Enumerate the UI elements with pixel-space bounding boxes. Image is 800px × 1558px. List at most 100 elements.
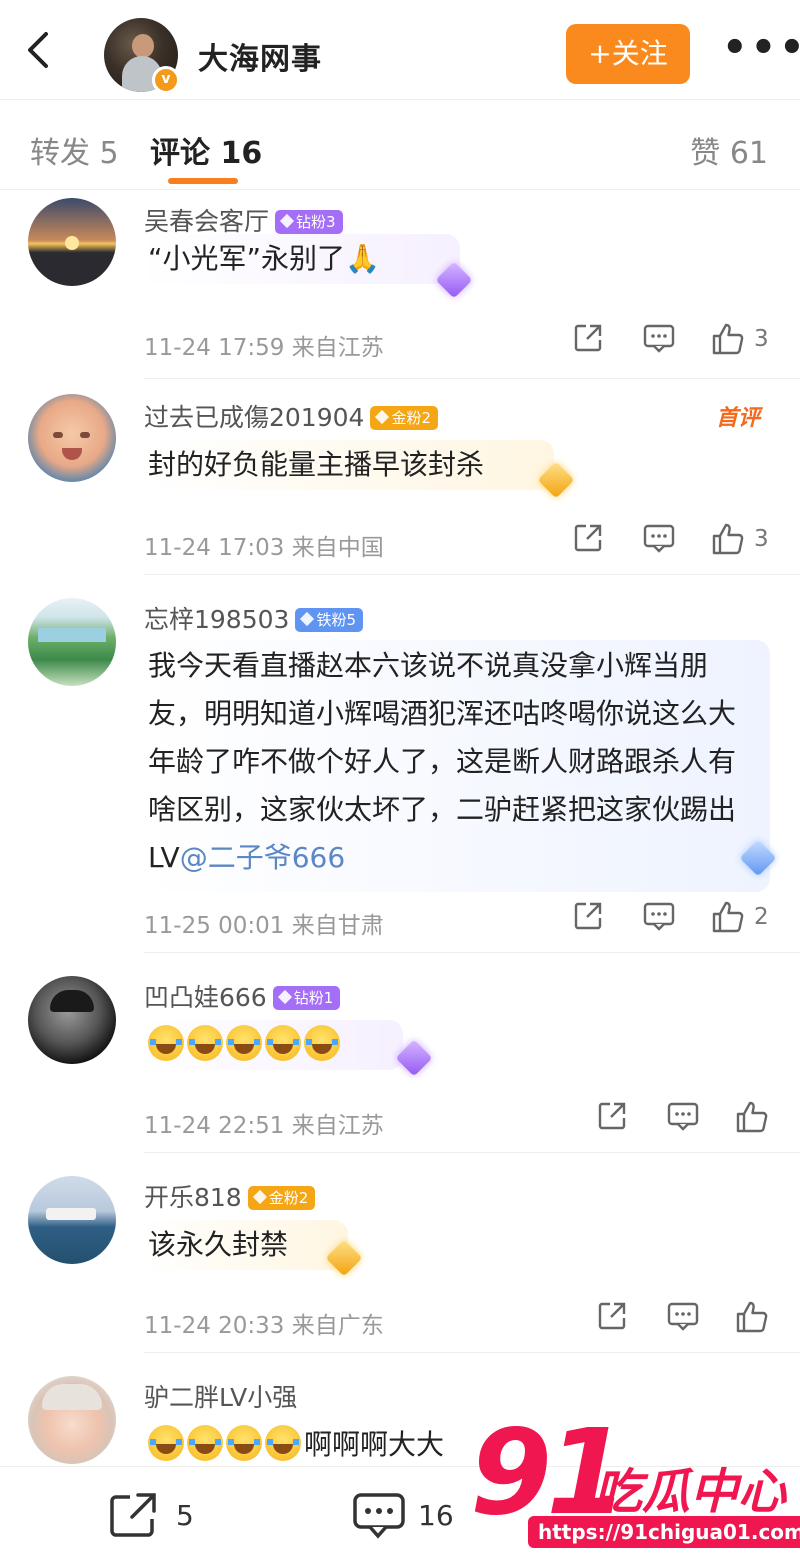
comment-text: 我今天看直播赵本六该说不说真没拿小辉当朋友，明明知道小辉喝酒犯浑还咕咚喝你说这么…: [140, 640, 770, 892]
like-icon[interactable]: 2: [710, 900, 769, 940]
watermark-logo: 91 吃瓜中心 https://91chigua01.com: [470, 1412, 800, 1552]
fan-badge: 金粉2: [370, 406, 438, 430]
fan-gem-icon: [326, 1240, 364, 1278]
comment-item: 吴春会客厅 钻粉3 “小光军”永别了🙏 11-24 17:59 来自江苏 3: [0, 190, 800, 380]
comment-count: 16: [418, 1499, 454, 1532]
fan-gem-icon: [279, 213, 295, 229]
more-icon[interactable]: •••: [722, 28, 800, 68]
top-bar: v 大海网事 +关注 •••: [0, 0, 800, 100]
like-count: 3: [754, 526, 769, 552]
comment-icon[interactable]: [642, 900, 676, 940]
share-icon[interactable]: [572, 322, 604, 362]
comment-item: 忘梓198503 铁粉5 我今天看直播赵本六该说不说真没拿小辉当朋友，明明知道小辉…: [0, 576, 800, 954]
avatar[interactable]: [28, 598, 116, 686]
comment-actions: [596, 1100, 772, 1140]
mention-link[interactable]: @二子爷666: [180, 841, 345, 874]
share-icon[interactable]: [596, 1300, 628, 1340]
laugh-cry-emoji: [226, 1025, 262, 1061]
comment-item: 凹凸娃666 钻粉1 11-24 22:51 来自江苏: [0, 954, 800, 1154]
divider: [144, 1352, 800, 1353]
comment-actions: 2: [572, 900, 772, 940]
fan-badge: 金粉2: [247, 1186, 316, 1210]
comment-icon[interactable]: [642, 522, 676, 562]
comment-username[interactable]: 忘梓198503 铁粉5: [144, 600, 363, 636]
comment-text: 该永久封禁: [140, 1220, 349, 1270]
comment-actions: [596, 1300, 772, 1340]
divider: [144, 1152, 800, 1153]
avatar[interactable]: [28, 394, 116, 482]
comment-item: 过去已成傷201904 金粉2 首评 封的好负能量主播早该封杀 11-24 17:…: [0, 380, 800, 576]
fan-gem-icon: [375, 409, 390, 425]
fan-gem-icon: [538, 462, 576, 500]
fan-gem-icon: [252, 1189, 267, 1205]
avatar[interactable]: [28, 976, 116, 1064]
laugh-cry-emoji: [187, 1425, 223, 1461]
comment-icon[interactable]: [666, 1100, 700, 1140]
comment-username[interactable]: 过去已成傷201904 金粉2: [144, 398, 438, 434]
like-count: 2: [754, 904, 769, 930]
fan-gem-icon: [300, 611, 315, 627]
divider: [144, 378, 800, 379]
comment-meta: 11-24 17:03 来自中国: [144, 535, 384, 561]
comment-actions: 3: [572, 522, 772, 562]
verified-icon: v: [152, 66, 180, 94]
comment-icon[interactable]: [642, 322, 676, 362]
laugh-cry-emoji: [226, 1425, 262, 1461]
comment-text: 啊啊啊大大: [140, 1420, 452, 1466]
comment-meta: 11-24 20:33 来自广东: [144, 1313, 384, 1339]
laugh-cry-emoji: [265, 1425, 301, 1461]
comment-meta: 11-24 17:59 来自江苏: [144, 335, 384, 361]
avatar[interactable]: [28, 1376, 116, 1464]
laugh-cry-emoji: [148, 1425, 184, 1461]
forward-count: 5: [176, 1499, 194, 1532]
like-count: 3: [754, 326, 769, 352]
comment-button[interactable]: 16: [352, 1491, 454, 1539]
laugh-cry-emoji: [187, 1025, 223, 1061]
laugh-cry-emoji: [265, 1025, 301, 1061]
comment-item: 开乐818 金粉2 该永久封禁 11-24 20:33 来自广东: [0, 1154, 800, 1354]
like-icon[interactable]: [734, 1300, 770, 1340]
comment-text: [140, 1020, 403, 1070]
like-icon[interactable]: 3: [710, 322, 769, 362]
comment-username[interactable]: 驴二胖LV小强: [144, 1378, 297, 1414]
tab-likes[interactable]: 赞 61: [690, 128, 768, 172]
avatar[interactable]: [28, 1176, 116, 1264]
tab-forward[interactable]: 转发 5: [30, 128, 119, 172]
share-icon[interactable]: [572, 522, 604, 562]
avatar[interactable]: [28, 198, 116, 286]
tab-bar: 转发 5 评论 16 赞 61: [0, 100, 800, 190]
back-arrow-icon[interactable]: [20, 30, 60, 70]
comment-actions: 3: [572, 322, 772, 362]
comment-text: “小光军”永别了🙏: [140, 234, 460, 284]
laugh-cry-emoji: [304, 1025, 340, 1061]
share-icon[interactable]: [596, 1100, 628, 1140]
comment-username[interactable]: 吴春会客厅 钻粉3: [144, 202, 343, 238]
fan-badge: 钻粉3: [275, 210, 343, 234]
like-icon[interactable]: [734, 1100, 770, 1140]
comment-meta: 11-25 00:01 来自甘肃: [144, 913, 384, 939]
share-icon[interactable]: [572, 900, 604, 940]
fan-badge: 钻粉1: [272, 986, 341, 1010]
divider: [144, 952, 800, 953]
forward-button[interactable]: 5: [108, 1491, 194, 1539]
watermark-url: https://91chigua01.com: [528, 1516, 800, 1548]
fan-gem-icon: [436, 262, 474, 300]
tab-comments[interactable]: 评论 16: [150, 128, 262, 172]
watermark-text: 吃瓜中心: [594, 1464, 787, 1520]
like-icon[interactable]: 3: [710, 522, 769, 562]
follow-button[interactable]: +关注: [566, 24, 690, 84]
first-comment-tag: 首评: [715, 406, 760, 431]
fan-gem-icon: [396, 1040, 434, 1078]
fan-gem-icon: [277, 989, 292, 1005]
fan-badge: 铁粉5: [295, 608, 363, 632]
laugh-cry-emoji: [148, 1025, 184, 1061]
comment-text: 封的好负能量主播早该封杀: [140, 440, 555, 490]
fan-gem-icon: [740, 840, 778, 878]
comment-username[interactable]: 凹凸娃666 钻粉1: [144, 978, 341, 1014]
comment-icon[interactable]: [666, 1300, 700, 1340]
author-name[interactable]: 大海网事: [198, 34, 322, 78]
active-tab-indicator: [168, 178, 238, 184]
comment-username[interactable]: 开乐818 金粉2: [144, 1178, 316, 1214]
comment-meta: 11-24 22:51 来自江苏: [144, 1113, 384, 1139]
divider: [144, 574, 800, 575]
